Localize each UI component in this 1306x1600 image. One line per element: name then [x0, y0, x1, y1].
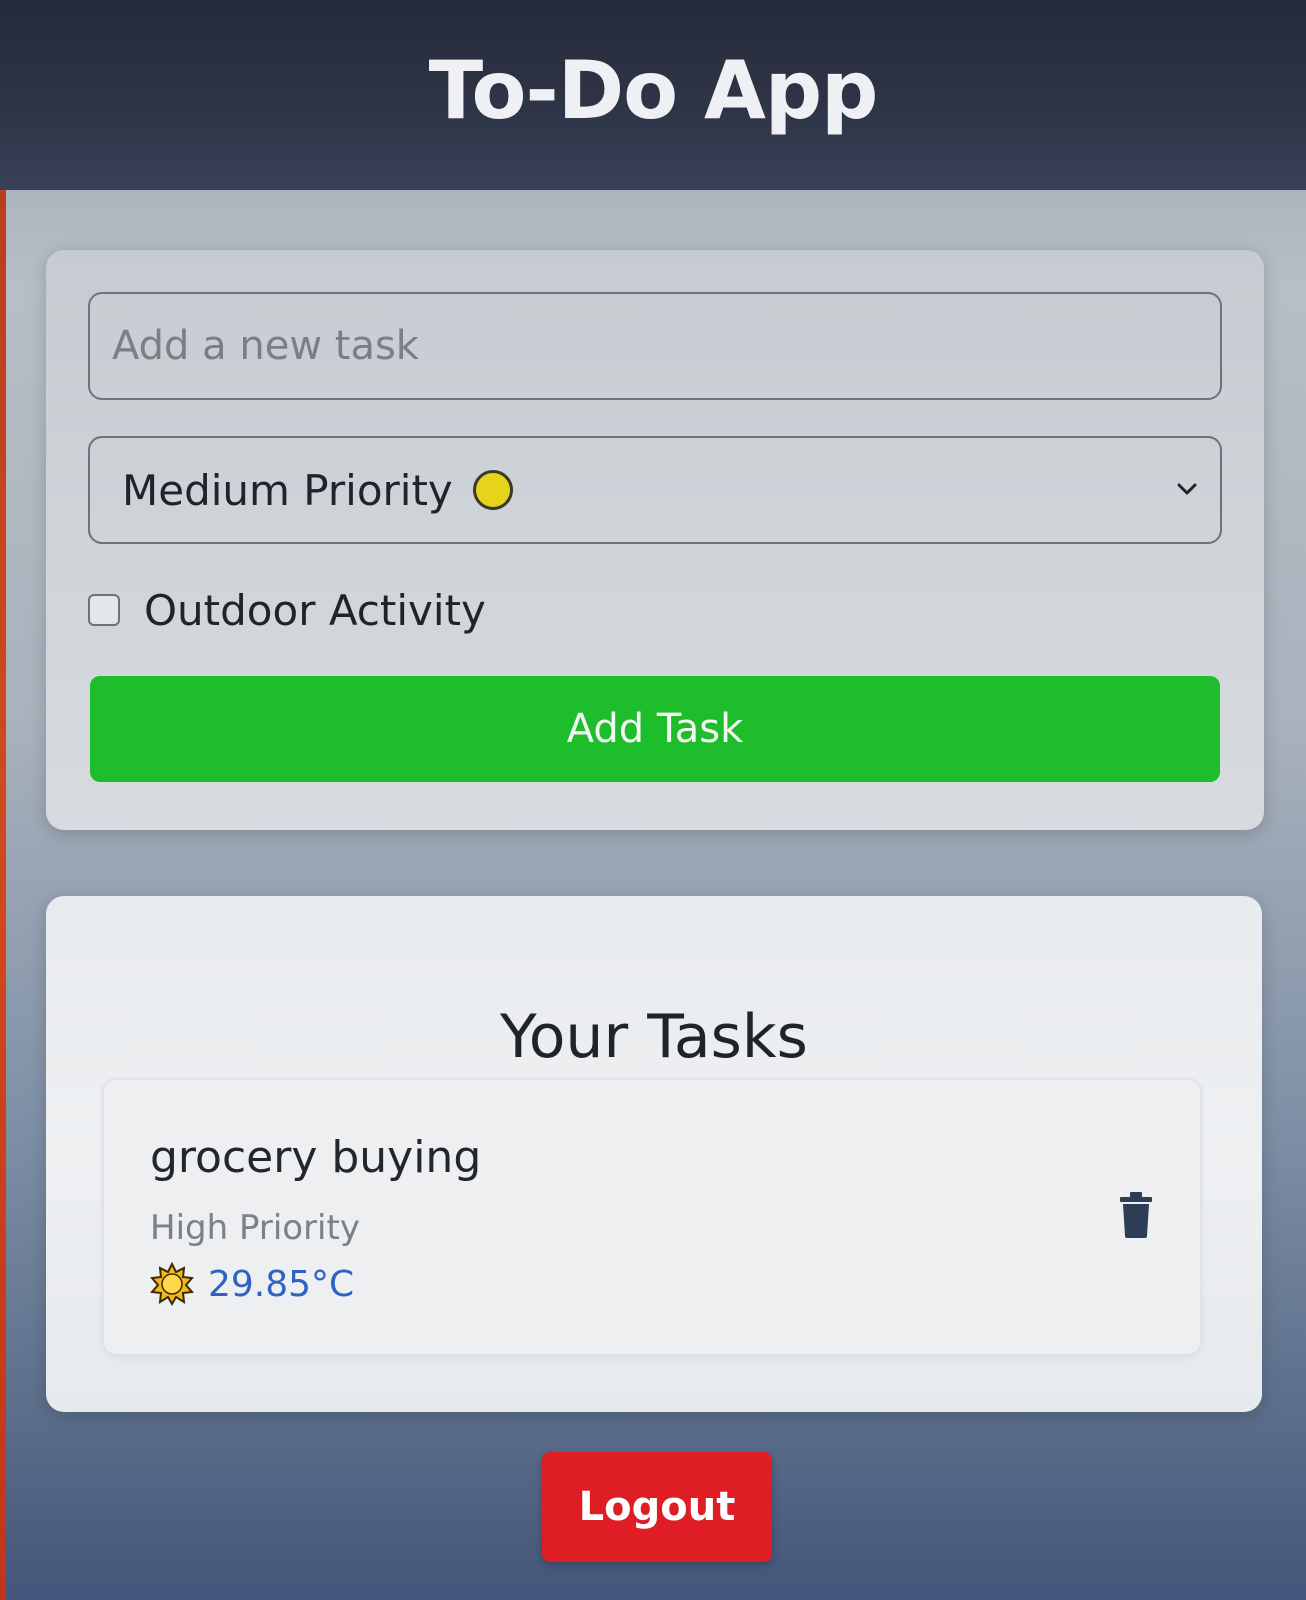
task-temperature: 29.85°C — [208, 1263, 355, 1305]
sun-icon — [150, 1262, 194, 1306]
outdoor-activity-checkbox[interactable] — [88, 594, 120, 626]
priority-select[interactable]: Medium Priority — [88, 436, 1222, 544]
tasks-heading: Your Tasks — [500, 1001, 808, 1072]
tasks-panel: Your Tasks grocery buying High Priority … — [46, 896, 1262, 1412]
task-input[interactable] — [88, 292, 1222, 400]
outdoor-activity-row: Outdoor Activity — [88, 580, 486, 640]
add-task-form: Medium Priority Outdoor Activity Add Tas… — [46, 250, 1264, 830]
task-name: grocery buying — [150, 1132, 482, 1183]
task-weather: 29.85°C — [150, 1262, 354, 1306]
outdoor-activity-label: Outdoor Activity — [144, 585, 486, 635]
app-header: To-Do App — [0, 0, 1306, 190]
medium-priority-dot-icon — [472, 470, 513, 510]
task-priority: High Priority — [150, 1208, 360, 1248]
trash-icon[interactable] — [1118, 1192, 1154, 1238]
chevron-down-icon — [1177, 483, 1197, 495]
logout-button[interactable]: Logout — [542, 1452, 772, 1562]
app-title: To-Do App — [428, 43, 879, 137]
priority-selected-label: Medium Priority — [122, 465, 453, 515]
window-edge — [0, 0, 6, 1600]
task-item: grocery buying High Priority 29.85°C — [102, 1078, 1202, 1356]
add-task-button[interactable]: Add Task — [90, 676, 1220, 782]
